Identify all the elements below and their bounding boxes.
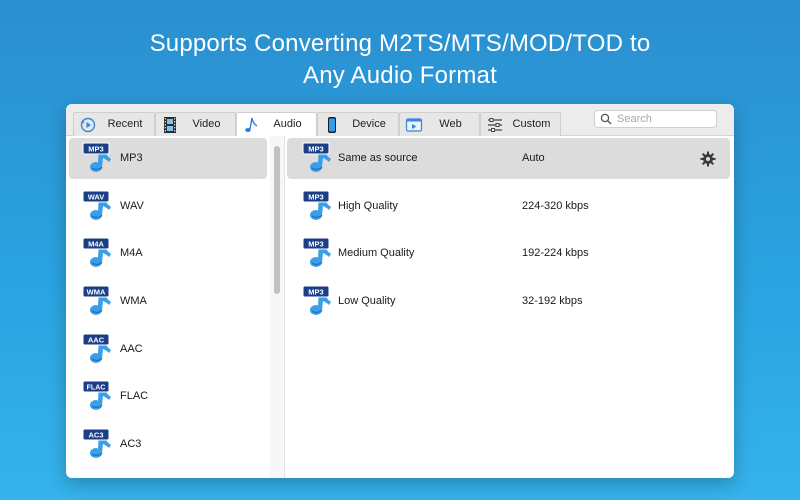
format-badge: WMA (87, 288, 106, 297)
audio-file-icon: M4A (82, 237, 111, 267)
audio-file-icon: MP3 (302, 285, 331, 315)
audio-file-icon: MP3 (302, 237, 331, 267)
tab-audio[interactable]: Audio (236, 112, 317, 137)
preset-list: MP3 Same as source Auto MP3 High Quality… (285, 136, 734, 478)
tab-custom-label: Custom (512, 118, 551, 130)
format-label: FLAC (120, 390, 149, 402)
tab-device-label: Device (352, 118, 386, 130)
scrollbar-thumb[interactable] (274, 146, 280, 294)
tab-recent-label: Recent (107, 118, 143, 130)
tab-custom[interactable]: Custom (480, 112, 561, 136)
format-item-aac[interactable]: AAC AAC (69, 329, 267, 370)
audio-file-icon: WMA (82, 285, 111, 315)
format-label: AC3 (120, 438, 142, 450)
preset-badge: MP3 (308, 240, 323, 249)
preset-badge: MP3 (308, 288, 323, 297)
audio-file-icon: AC3 (82, 428, 111, 458)
tab-video-label: Video (192, 118, 221, 130)
preset-row[interactable]: MP3 Same as source Auto (287, 138, 730, 179)
format-label: MP3 (120, 152, 143, 164)
preset-name: Low Quality (338, 295, 396, 307)
format-label: WMA (120, 295, 147, 307)
format-badge: MP3 (88, 145, 103, 154)
preset-row[interactable]: MP3 Low Quality 32-192 kbps (287, 281, 730, 322)
app-window: Recent Video Audio Device Web Custom Sea… (66, 104, 734, 478)
format-badge: AAC (88, 336, 105, 345)
format-badge: FLAC (87, 385, 106, 392)
format-item-wav[interactable]: WAV WAV (69, 186, 267, 227)
toolbar: Recent Video Audio Device Web Custom Sea… (66, 104, 734, 137)
audio-file-icon: AAC (82, 333, 111, 363)
preset-bitrate: 192-224 kbps (522, 247, 589, 259)
format-label: AAC (120, 343, 143, 355)
preset-bitrate: 32-192 kbps (522, 295, 583, 307)
format-item-m4a[interactable]: M4A M4A (69, 233, 267, 274)
preset-badge: MP3 (308, 145, 323, 154)
tab-recent[interactable]: Recent (73, 112, 155, 136)
format-badge: WAV (88, 193, 105, 202)
tab-audio-label: Audio (273, 118, 302, 130)
audio-file-icon: MP3 (82, 142, 111, 172)
format-item-ac3[interactable]: AC3 AC3 (69, 424, 267, 465)
format-item-wma[interactable]: WMA WMA (69, 281, 267, 322)
audio-file-icon: MP3 (302, 142, 331, 172)
search-box (594, 110, 717, 128)
tab-web-label: Web (439, 118, 462, 130)
format-badge: M4A (88, 240, 104, 249)
preset-name: Medium Quality (338, 247, 415, 259)
preset-name: High Quality (338, 200, 398, 212)
search-input[interactable] (617, 112, 713, 126)
preset-badge: MP3 (308, 193, 323, 202)
format-label: WAV (120, 200, 144, 212)
preset-name: Same as source (338, 152, 418, 164)
format-list: MP3 MP3 WAV WAV M4A M4A WMA WMA AAC AAC … (66, 136, 271, 478)
tab-video[interactable]: Video (155, 112, 236, 136)
format-item-mp3[interactable]: MP3 MP3 (69, 138, 267, 179)
audio-file-icon: FLAC (82, 380, 111, 410)
format-badge: AC3 (88, 431, 103, 440)
preset-row[interactable]: MP3 High Quality 224-320 kbps (287, 186, 730, 227)
headline-line-1: Supports Converting M2TS/MTS/MOD/TOD to (149, 30, 651, 57)
headline-line-2: Any Audio Format (303, 62, 497, 89)
headline: Supports Converting M2TS/MTS/MOD/TOD to … (0, 28, 800, 92)
preset-row[interactable]: MP3 Medium Quality 192-224 kbps (287, 233, 730, 274)
format-item-flac[interactable]: FLAC FLAC (69, 376, 267, 417)
format-list-scrollbar[interactable] (270, 136, 285, 478)
audio-file-icon: WAV (82, 190, 111, 220)
search-icon (600, 113, 612, 125)
preset-bitrate: Auto (522, 152, 545, 164)
audio-file-icon: MP3 (302, 190, 331, 220)
format-label: M4A (120, 247, 143, 259)
preset-bitrate: 224-320 kbps (522, 200, 589, 212)
gear-icon[interactable] (700, 151, 716, 167)
tab-web[interactable]: Web (399, 112, 480, 136)
tab-device[interactable]: Device (317, 112, 399, 136)
